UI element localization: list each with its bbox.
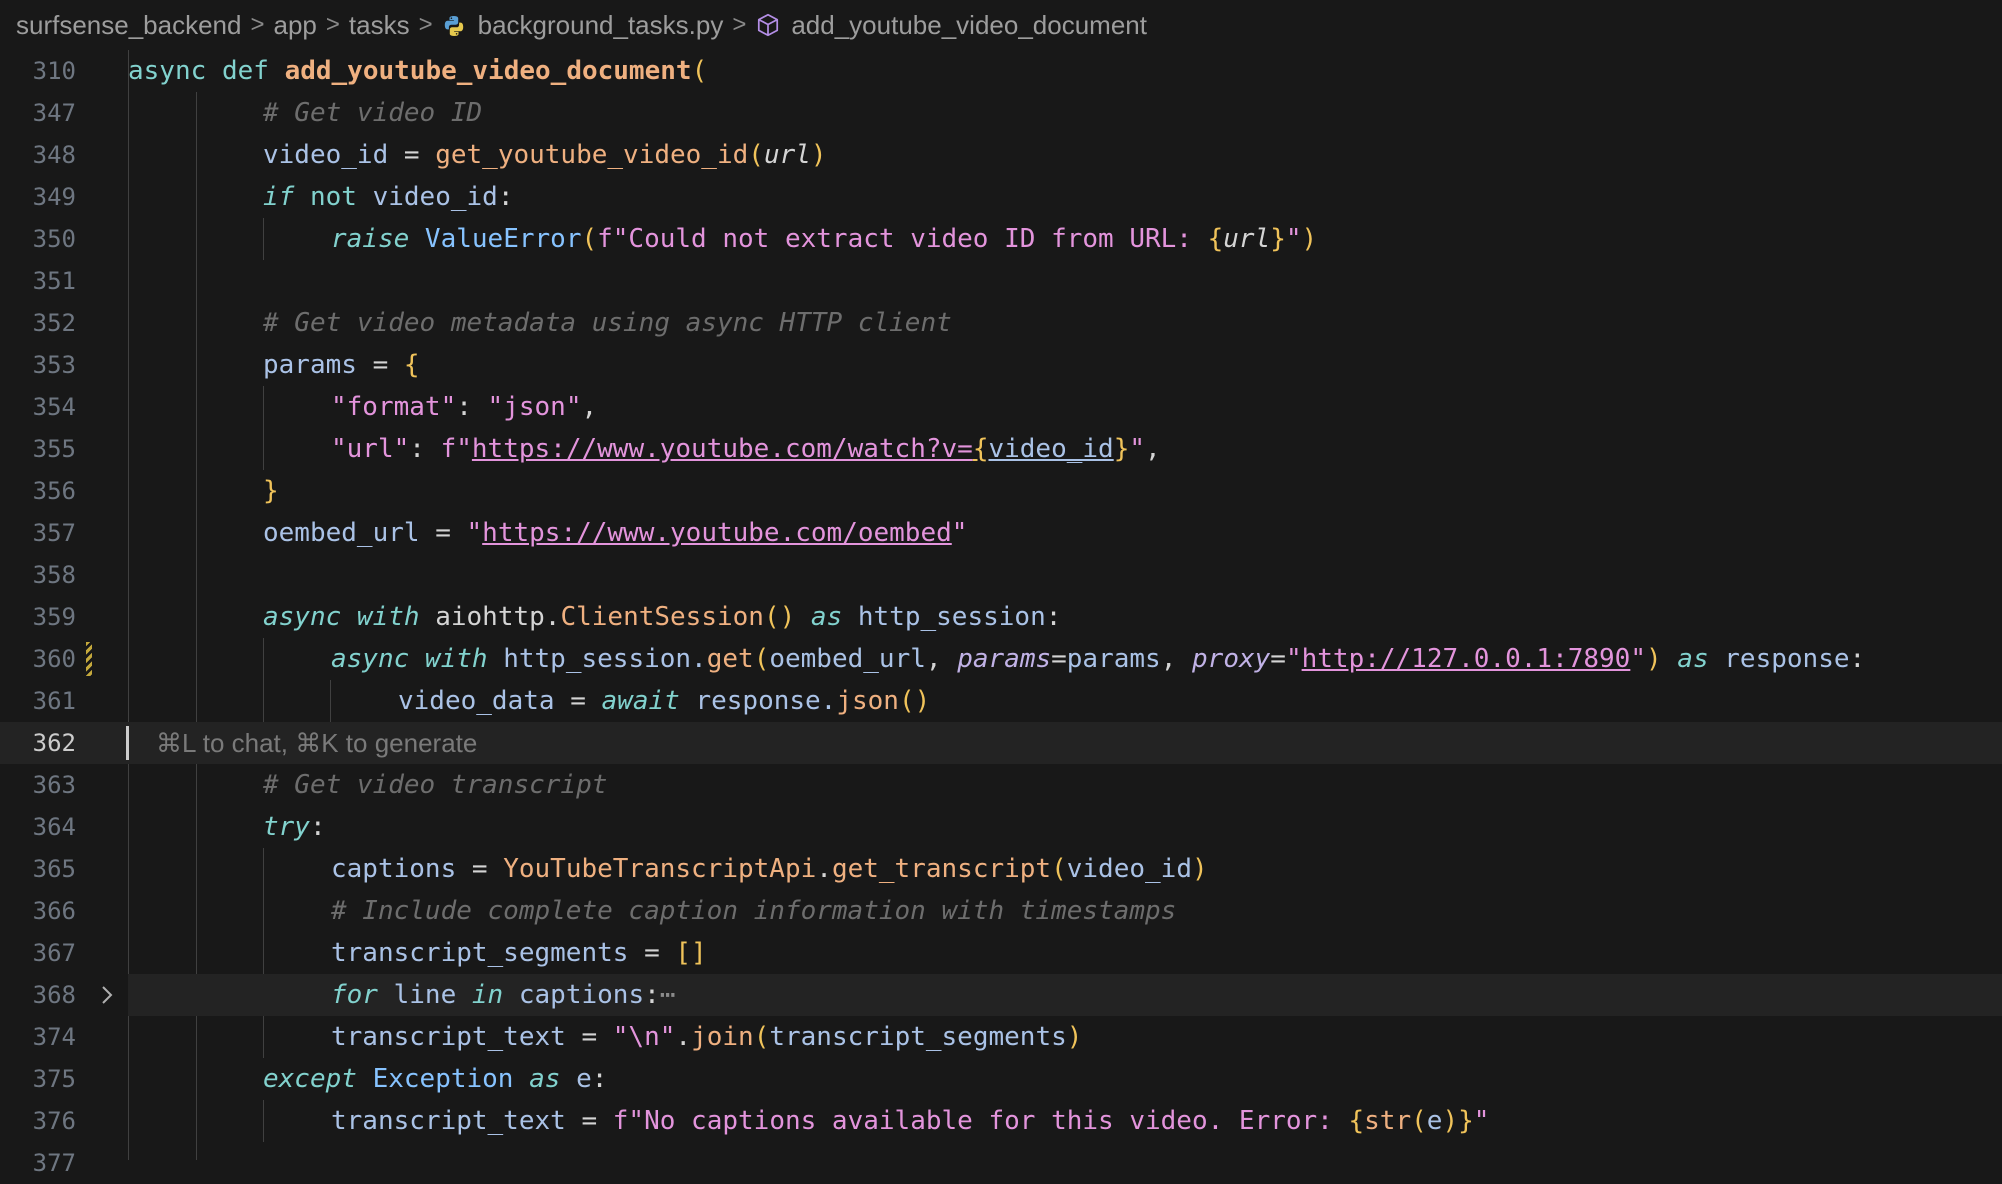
breadcrumb-file[interactable]: background_tasks.py: [442, 9, 724, 41]
code-text: video_id = get_youtube_video_id(url): [263, 140, 827, 170]
line-number: 368: [32, 981, 76, 1009]
breadcrumb-separator: >: [418, 11, 433, 38]
code-line: 366 # Include complete caption informati…: [0, 890, 2002, 932]
code-line: 349 if not video_id:: [0, 176, 2002, 218]
code-text: raise ValueError(f"Could not extract vid…: [331, 224, 1318, 254]
line-number: 355: [32, 435, 76, 463]
code-text: # Include complete caption information w…: [331, 896, 1177, 926]
code-line: 352 # Get video metadata using async HTT…: [0, 302, 2002, 344]
breadcrumb-symbol[interactable]: add_youtube_video_document: [755, 10, 1147, 41]
breadcrumb-symbol-label: add_youtube_video_document: [791, 9, 1147, 40]
line-number: 359: [32, 603, 76, 631]
code-line: 358: [0, 554, 2002, 596]
code-line: 374 transcript_text = "\n".join(transcri…: [0, 1016, 2002, 1058]
code-line: 365 captions = YouTubeTranscriptApi.get_…: [0, 848, 2002, 890]
code-text: if not video_id:: [263, 182, 514, 212]
code-line: 353 params = {: [0, 344, 2002, 386]
line-number: 365: [32, 855, 76, 883]
code-text: for line in captions:⋯: [331, 980, 676, 1010]
method-cube-icon: [758, 13, 779, 36]
code-line: 364 try:: [0, 806, 2002, 848]
code-text: }: [263, 476, 279, 506]
line-number: 353: [32, 351, 76, 379]
code-text: oembed_url = "https://www.youtube.com/oe…: [263, 518, 968, 548]
code-line: 361 video_data = await response.json(): [0, 680, 2002, 722]
line-number: 310: [32, 57, 76, 85]
line-number: 361: [32, 687, 76, 715]
line-number: 360: [32, 645, 76, 673]
line-number: 357: [32, 519, 76, 547]
code-editor[interactable]: 310 async def add_youtube_video_document…: [0, 50, 2002, 1177]
code-text: transcript_segments = []: [331, 938, 707, 968]
code-line: 354 "format": "json",: [0, 386, 2002, 428]
line-number: 347: [32, 99, 76, 127]
active-code-line[interactable]: 362 ⌘L to chat, ⌘K to generate: [0, 722, 2002, 764]
code-text: # Get video transcript: [263, 770, 608, 800]
code-text: # Get video ID: [263, 98, 483, 128]
code-line: 375 except Exception as e:: [0, 1058, 2002, 1100]
breadcrumb-separator: >: [325, 11, 340, 38]
python-file-icon: [444, 15, 463, 36]
breadcrumb-folder-surfsense-backend[interactable]: surfsense_backend: [16, 10, 241, 41]
line-number: 363: [32, 771, 76, 799]
line-number: 375: [32, 1065, 76, 1093]
breadcrumb-folder-app[interactable]: app: [274, 10, 317, 41]
breadcrumb-separator: >: [732, 11, 747, 38]
code-line: 376 transcript_text = f"No captions avai…: [0, 1100, 2002, 1142]
line-number: 374: [32, 1023, 76, 1051]
line-number: 376: [32, 1107, 76, 1135]
breadcrumb-separator: >: [250, 11, 265, 38]
code-line: 363 # Get video transcript: [0, 764, 2002, 806]
inline-ai-hint[interactable]: ⌘L to chat, ⌘K to generate: [156, 722, 477, 764]
line-number: 367: [32, 939, 76, 967]
line-number: 348: [32, 141, 76, 169]
code-text: async with http_session.get(oembed_url, …: [331, 644, 1866, 674]
code-text: transcript_text = "\n".join(transcript_s…: [331, 1022, 1083, 1052]
line-number: 352: [32, 309, 76, 337]
line-number: 350: [32, 225, 76, 253]
line-number: 349: [32, 183, 76, 211]
line-number-active: 362: [32, 729, 76, 757]
code-text: "url": f"https://www.youtube.com/watch?v…: [331, 434, 1161, 464]
breadcrumb-folder-tasks[interactable]: tasks: [349, 10, 410, 41]
line-number: 377: [32, 1149, 76, 1177]
code-line: 347 # Get video ID: [0, 92, 2002, 134]
modified-line-marker[interactable]: [86, 642, 92, 676]
code-text: try:: [263, 812, 326, 842]
folded-region-ellipsis[interactable]: ⋯: [660, 980, 676, 1010]
code-line: 360 async with http_session.get(oembed_u…: [0, 638, 2002, 680]
code-line: 350 raise ValueError(f"Could not extract…: [0, 218, 2002, 260]
line-number: 366: [32, 897, 76, 925]
line-number: 354: [32, 393, 76, 421]
code-text: video_data = await response.json(): [398, 686, 931, 716]
line-number: 364: [32, 813, 76, 841]
code-line: 368 for line in captions:⋯: [0, 974, 2002, 1016]
code-line: 348 video_id = get_youtube_video_id(url): [0, 134, 2002, 176]
breadcrumb: surfsense_backend > app > tasks > backgr…: [0, 0, 2002, 50]
code-text: async def add_youtube_video_document(: [128, 56, 708, 86]
code-line: 310 async def add_youtube_video_document…: [0, 50, 2002, 92]
breadcrumb-file-label: background_tasks.py: [477, 9, 724, 40]
code-line: 356 }: [0, 470, 2002, 512]
code-text: # Get video metadata using async HTTP cl…: [263, 308, 952, 338]
code-line: 377: [0, 1142, 2002, 1184]
line-number: 356: [32, 477, 76, 505]
code-text: async with aiohttp.ClientSession() as ht…: [263, 602, 1062, 632]
code-text: "format": "json",: [331, 392, 598, 422]
code-line: 355 "url": f"https://www.youtube.com/wat…: [0, 428, 2002, 470]
code-line: 367 transcript_segments = []: [0, 932, 2002, 974]
code-text: except Exception as e:: [263, 1064, 608, 1094]
line-number: 358: [32, 561, 76, 589]
code-line: 351: [0, 260, 2002, 302]
code-line: 357 oembed_url = "https://www.youtube.co…: [0, 512, 2002, 554]
code-line: 359 async with aiohttp.ClientSession() a…: [0, 596, 2002, 638]
code-text: captions = YouTubeTranscriptApi.get_tran…: [331, 854, 1208, 884]
text-cursor: [126, 726, 129, 760]
code-text: transcript_text = f"No captions availabl…: [331, 1106, 1490, 1136]
line-number: 351: [32, 267, 76, 295]
chevron-right-icon[interactable]: [98, 984, 116, 1006]
code-text: params = {: [263, 350, 420, 380]
